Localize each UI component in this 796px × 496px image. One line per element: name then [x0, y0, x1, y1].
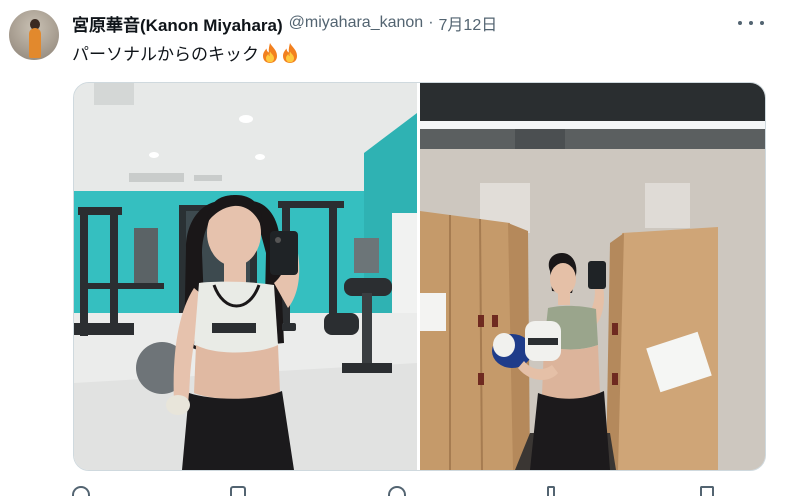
fire-icon — [283, 42, 297, 63]
media-grid — [73, 82, 766, 471]
retweet-icon[interactable] — [230, 486, 246, 496]
avatar-dress — [29, 28, 41, 58]
tweet-text-body: パーソナルからのキック — [72, 45, 259, 64]
reply-icon[interactable] — [72, 486, 90, 496]
header-separator: · — [428, 14, 434, 31]
tweet-card[interactable]: 宮原華音(Kanon Miyahara) @miyahara_kanon · 7… — [0, 0, 796, 496]
tweet-date[interactable]: 7月12日 — [439, 11, 498, 35]
gym-mirror-selfie-photo[interactable] — [74, 83, 417, 470]
action-bar — [72, 486, 722, 496]
locker-scene — [420, 83, 765, 470]
locker-room-mirror-selfie-photo[interactable] — [420, 83, 765, 470]
like-icon[interactable] — [388, 486, 406, 496]
tweet-text: パーソナルからのキック — [72, 40, 299, 65]
more-options-icon[interactable] — [738, 13, 764, 33]
tweet-header: 宮原華音(Kanon Miyahara) @miyahara_kanon · 7… — [72, 11, 498, 36]
gym-scene — [74, 83, 417, 470]
fire-icon — [263, 42, 277, 63]
views-icon[interactable] — [547, 486, 555, 496]
avatar[interactable] — [9, 10, 59, 60]
author-handle[interactable]: @miyahara_kanon — [289, 14, 424, 32]
author-name[interactable]: 宮原華音(Kanon Miyahara) — [72, 11, 283, 36]
bookmark-icon[interactable] — [700, 486, 714, 496]
